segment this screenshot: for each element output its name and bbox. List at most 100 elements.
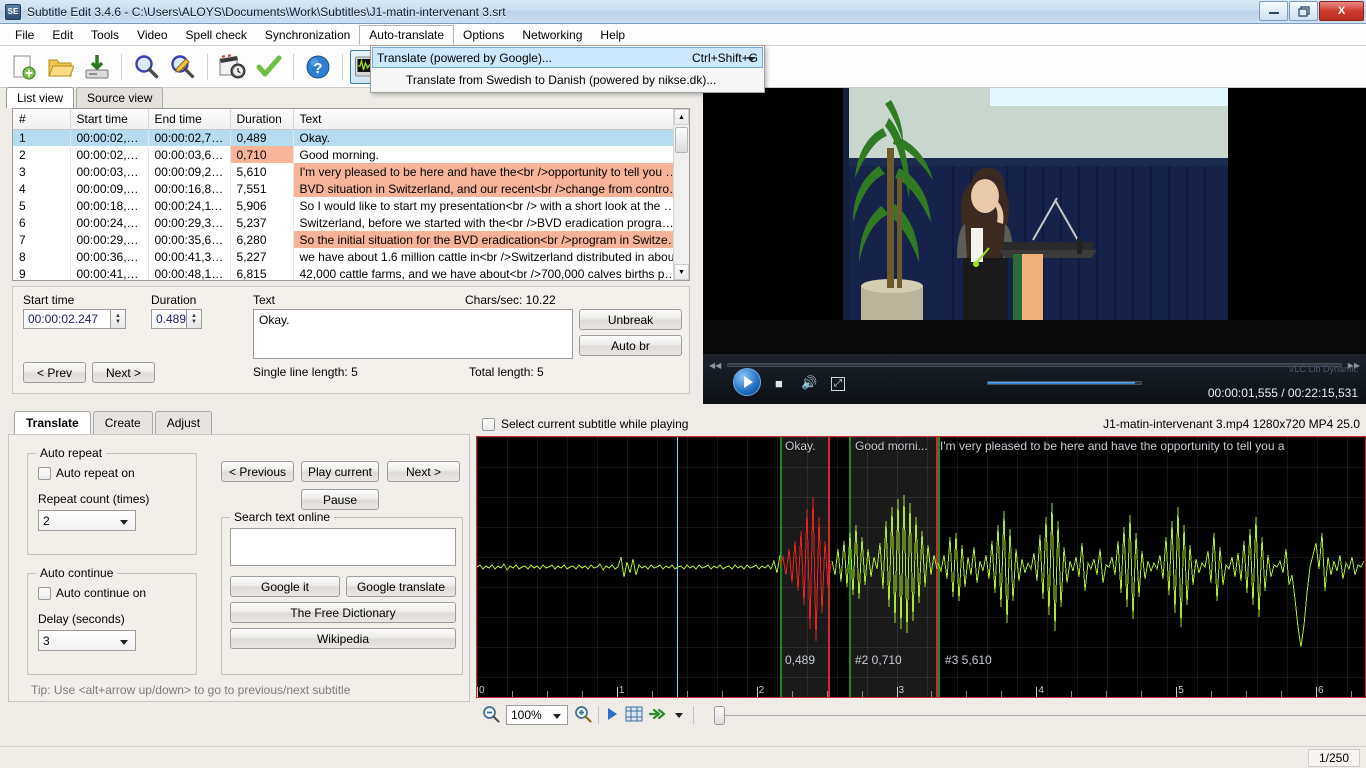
tab-translate[interactable]: Translate [14, 411, 91, 434]
grid-icon[interactable] [625, 706, 643, 725]
play-button[interactable] [733, 368, 761, 396]
next-button[interactable]: Next > [92, 362, 155, 383]
slider-knob[interactable] [714, 706, 725, 725]
scroll-up-icon[interactable]: ▲ [674, 109, 689, 125]
repeat-count-select[interactable]: 2 [38, 510, 136, 531]
start-time-stepper[interactable]: ▲▼ [111, 309, 126, 329]
ruler-minor-tick [1281, 691, 1282, 697]
scrollbar-thumb[interactable] [675, 127, 688, 153]
previous-button[interactable]: < Previous [221, 461, 294, 482]
replace-icon[interactable] [166, 50, 200, 84]
wikipedia-button[interactable]: Wikipedia [230, 628, 456, 649]
find-icon[interactable] [129, 50, 163, 84]
subtitle-list[interactable]: # Start time End time Duration Text 100:… [12, 108, 690, 281]
minimize-button[interactable] [1259, 1, 1288, 21]
menu-item-translate-nikse[interactable]: Translate from Swedish to Danish (powere… [372, 68, 763, 91]
next-button[interactable]: Next > [387, 461, 460, 482]
google-it-button[interactable]: Google it [230, 576, 340, 597]
unbreak-button[interactable]: Unbreak [579, 309, 682, 330]
volume-slider[interactable] [987, 381, 1142, 385]
cell-end-time: 00:00:02,736 [148, 129, 230, 146]
zoom-level-select[interactable]: 100% [506, 705, 568, 725]
prev-button[interactable]: < Prev [23, 362, 86, 383]
cell-duration: 5,906 [230, 197, 293, 214]
scroll-down-icon[interactable]: ▼ [674, 264, 689, 280]
zoom-in-icon[interactable] [574, 705, 592, 726]
tab-adjust[interactable]: Adjust [155, 411, 212, 434]
menu-help[interactable]: Help [591, 24, 634, 45]
menu-synchronization[interactable]: Synchronization [256, 24, 359, 45]
close-button[interactable]: X [1319, 1, 1364, 21]
table-row[interactable]: 500:00:18,21000:00:24,1165,906So I would… [13, 197, 689, 214]
table-row[interactable]: 900:00:41,36400:00:48,1796,81542,000 cat… [13, 265, 689, 281]
waveform-display[interactable]: Okay. Good morni... I'm very pleased to … [476, 436, 1366, 698]
duration-input[interactable]: 0.489 [151, 309, 187, 329]
delay-select[interactable]: 3 [38, 630, 136, 651]
pause-button[interactable]: Pause [301, 489, 379, 510]
play-current-button[interactable]: Play current [301, 461, 379, 482]
stop-icon[interactable]: ■ [775, 376, 783, 391]
free-dictionary-button[interactable]: The Free Dictionary [230, 602, 456, 623]
duration-stepper[interactable]: ▲▼ [187, 309, 202, 329]
column-header-number[interactable]: # [13, 109, 70, 129]
column-header-start-time[interactable]: Start time [70, 109, 148, 129]
new-icon[interactable] [6, 50, 40, 84]
menu-tools[interactable]: Tools [82, 24, 128, 45]
chevron-down-icon[interactable] [675, 713, 683, 718]
check-icon[interactable] [252, 50, 286, 84]
video-player[interactable]: ◀◀ ▶▶ ■ 🔊 ⤢ VLC Lib Dynamic 00:00:01,555… [703, 88, 1366, 404]
auto-continue-group: Auto continue Auto continue on Delay (se… [27, 573, 197, 675]
menu-spell-check[interactable]: Spell check [177, 24, 256, 45]
select-current-subtitle-checkbox[interactable] [482, 418, 495, 431]
menu-video[interactable]: Video [128, 24, 176, 45]
fast-forward-icon[interactable] [649, 707, 669, 724]
column-header-end-time[interactable]: End time [148, 109, 230, 129]
save-icon[interactable] [80, 50, 114, 84]
column-header-text[interactable]: Text [293, 109, 689, 129]
open-icon[interactable] [43, 50, 77, 84]
table-row[interactable]: 200:00:02,93600:00:03,6460,710Good morni… [13, 146, 689, 163]
tab-source-view[interactable]: Source view [76, 87, 163, 108]
slider-track[interactable] [725, 715, 1366, 716]
sync-icon[interactable] [215, 50, 249, 84]
volume-icon[interactable]: 🔊 [801, 375, 817, 391]
auto-continue-checkbox[interactable] [38, 587, 51, 600]
waveform-position-slider[interactable] [714, 705, 1366, 725]
auto-repeat-checkbox[interactable] [38, 467, 51, 480]
tab-create[interactable]: Create [93, 411, 153, 434]
help-icon[interactable]: ? [301, 50, 335, 84]
menu-item-translate-google[interactable]: Translate (powered by Google)... Ctrl+Sh… [372, 47, 763, 68]
menu-auto-translate[interactable]: Auto-translate [359, 25, 454, 45]
waveform-duration-2: #2 0,710 [855, 653, 902, 667]
tab-list-view[interactable]: List view [6, 87, 74, 108]
menu-options[interactable]: Options [454, 24, 513, 45]
seek-bar[interactable] [727, 363, 1341, 367]
table-row[interactable]: 300:00:03,64700:00:09,2575,610I'm very p… [13, 163, 689, 180]
rewind-icon[interactable]: ◀◀ [703, 361, 727, 370]
maximize-button[interactable] [1289, 1, 1318, 21]
table-row[interactable]: 800:00:36,13600:00:41,3635,227we have ab… [13, 248, 689, 265]
subtitle-text-input[interactable]: Okay. [253, 309, 573, 359]
start-time-input[interactable]: 00:00:02.247 [23, 309, 111, 329]
table-row[interactable]: 400:00:09,25800:00:16,8097,551BVD situat… [13, 180, 689, 197]
google-translate-button[interactable]: Google translate [346, 576, 456, 597]
auto-br-button[interactable]: Auto br [579, 335, 682, 356]
ruler-minor-tick [652, 691, 653, 697]
table-row[interactable]: 100:00:02,24700:00:02,7360,489Okay. [13, 129, 689, 146]
menu-item-shortcut: Ctrl+Shift+G [674, 51, 758, 65]
cell-number: 3 [13, 163, 70, 180]
play-icon[interactable] [605, 706, 619, 725]
search-text-input[interactable] [230, 528, 456, 566]
menu-networking[interactable]: Networking [513, 24, 591, 45]
table-row[interactable]: 600:00:24,11700:00:29,3545,237Switzerlan… [13, 214, 689, 231]
waveform-header: Select current subtitle while playing J1… [476, 412, 1366, 436]
cell-start-time: 00:00:36,136 [70, 248, 148, 265]
zoom-out-icon[interactable] [482, 705, 500, 726]
menu-file[interactable]: File [6, 24, 43, 45]
list-scrollbar[interactable]: ▲ ▼ [673, 109, 689, 280]
table-row[interactable]: 700:00:29,35500:00:35,6356,280So the ini… [13, 231, 689, 248]
fullscreen-icon[interactable]: ⤢ [831, 377, 845, 391]
cell-number: 5 [13, 197, 70, 214]
column-header-duration[interactable]: Duration [230, 109, 293, 129]
menu-edit[interactable]: Edit [43, 24, 82, 45]
